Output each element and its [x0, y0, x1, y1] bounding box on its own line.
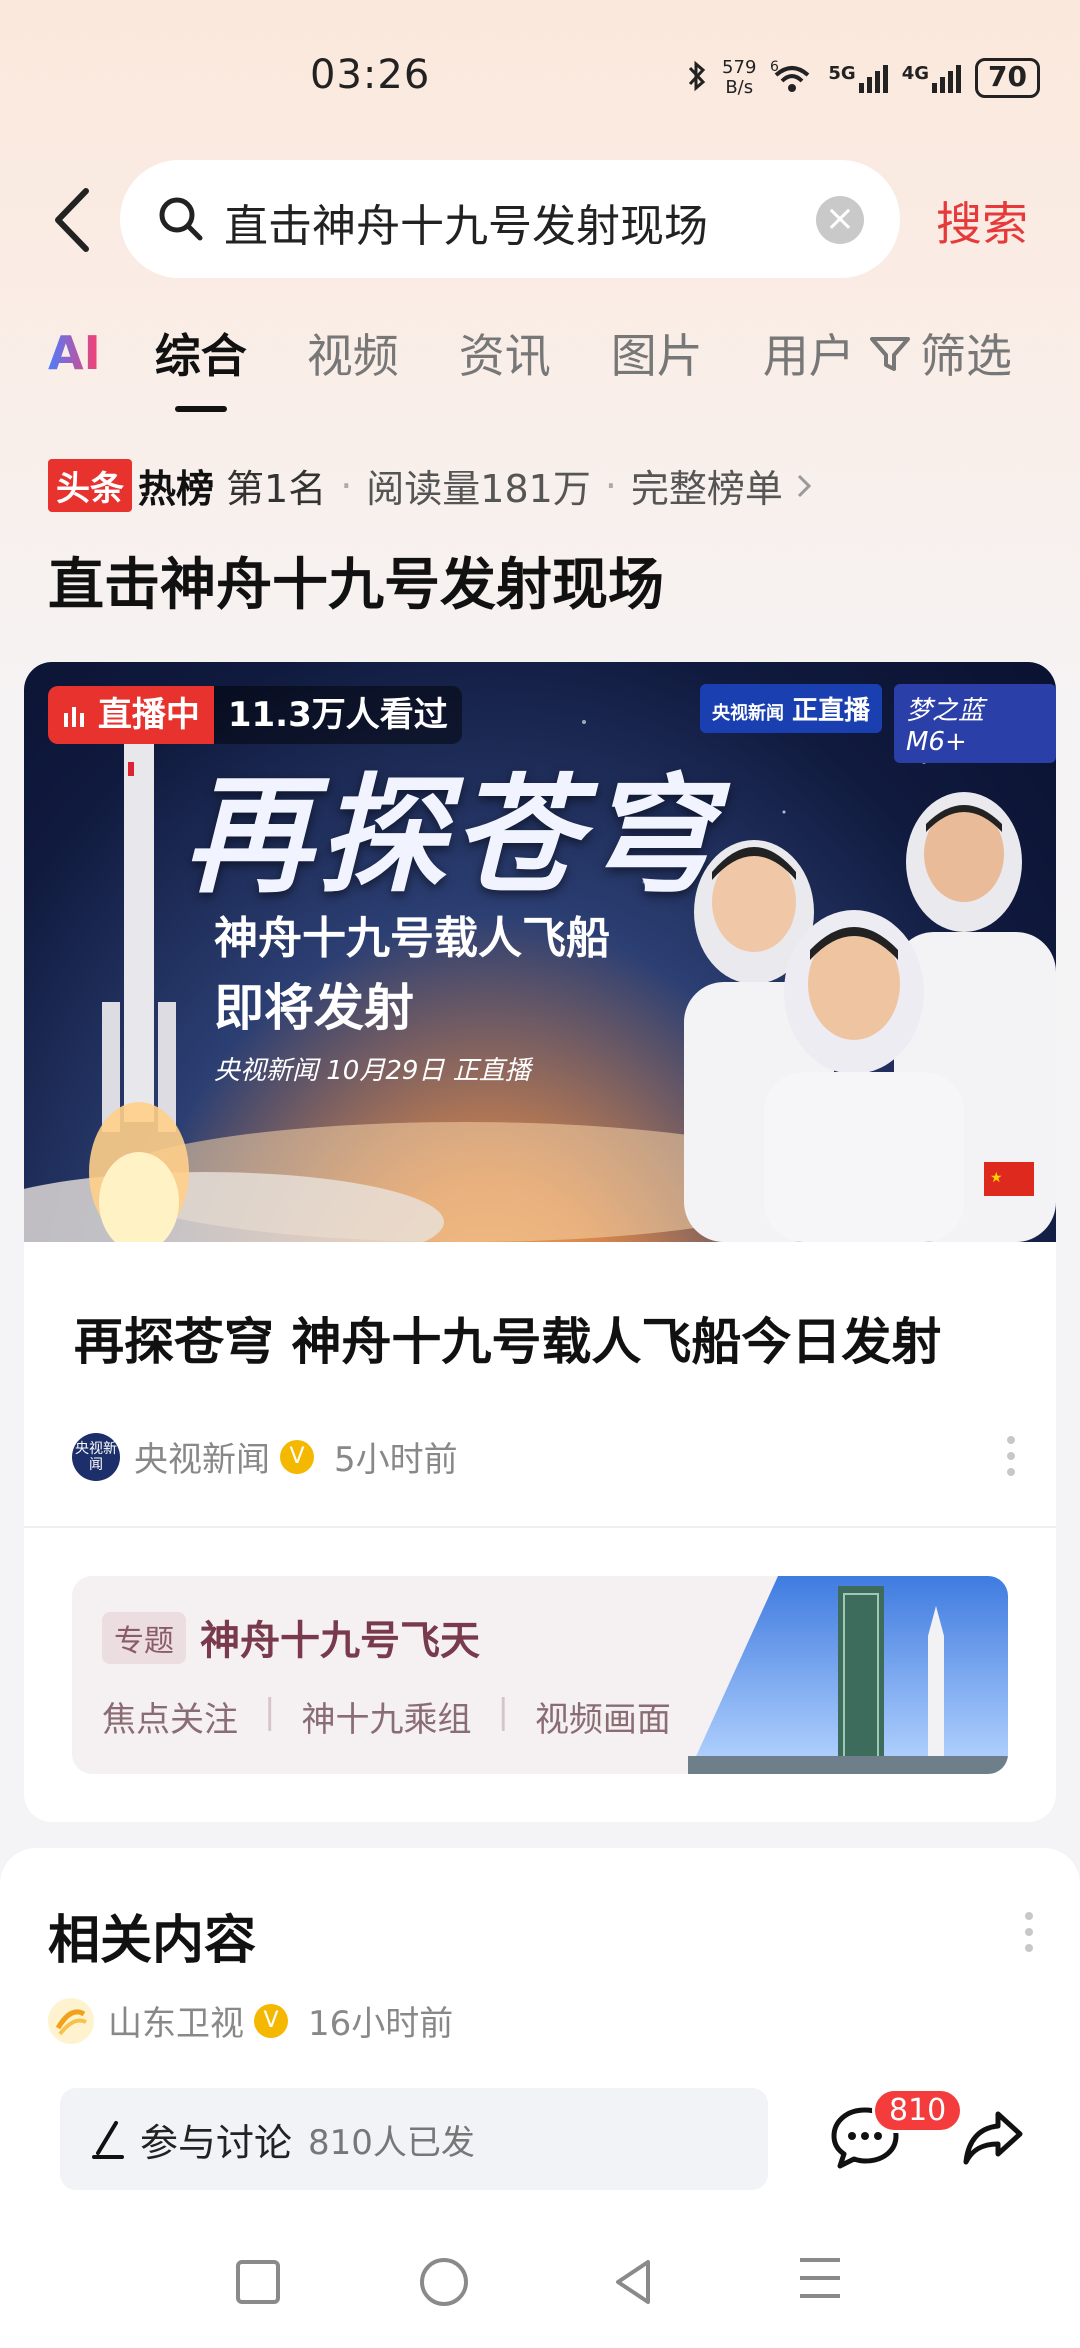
filter-label: 筛选 [920, 329, 1012, 383]
special-topic-card[interactable]: 专题 神舟十九号飞天 焦点关注 | 神十九乘组 | 视频画面 [72, 1576, 1008, 1774]
comment-count-badge: 810 [872, 2088, 964, 2133]
live-badge: 直播中 11.3万人看过 [48, 686, 462, 744]
banner-caption: 央视新闻 10月29日 正直播 [214, 1056, 531, 1086]
astronauts-image: ★ [684, 792, 1056, 1242]
hot-rank-row[interactable]: 头条 热榜 第1名 · 阅读量181万 · 完整榜单 [48, 458, 819, 513]
divider [24, 1526, 1056, 1528]
more-options-icon[interactable] [1024, 1908, 1034, 1956]
verified-icon: V [280, 1439, 314, 1474]
tab-comprehensive[interactable]: 综合 [155, 320, 247, 412]
discussion-count: 810人已发 [308, 2122, 475, 2163]
tab-video[interactable]: 视频 [307, 320, 399, 386]
read-count: 阅读量181万 [366, 467, 591, 511]
clear-icon[interactable]: × [816, 196, 864, 244]
system-nav-bar [236, 2258, 840, 2306]
sponsor-logo: 梦之蓝 M6+ [894, 684, 1056, 763]
full-list-link[interactable]: 完整榜单 [631, 458, 783, 513]
chevron-right-icon [797, 474, 812, 497]
tab-images[interactable]: 图片 [611, 320, 703, 386]
banner-subtitle: 神舟十九号载人飞船 [214, 913, 610, 964]
topic-title[interactable]: 神舟十九号飞天 [200, 1608, 480, 1666]
shandong-tv-logo [55, 2008, 87, 2035]
live-indicator: 直播中 [48, 686, 214, 744]
status-icons: 579 B/s 6 5G 4G 70 [686, 58, 1040, 98]
banner-subtitle-2: 即将发射 [214, 979, 414, 1037]
live-news-card[interactable]: 再探苍穹 神舟十九号载人飞船 即将发射 央视新闻 10月29日 正直播 ★ 直播… [24, 662, 1056, 1822]
search-button[interactable]: 搜索 [936, 188, 1028, 254]
related-source-row: 山东卫视 V 16小时前 [48, 1996, 453, 2045]
status-time: 03:26 [310, 52, 431, 98]
news-title[interactable]: 再探苍穹 神舟十九号载人飞船今日发射 [74, 1302, 941, 1374]
page-title: 直击神舟十九号发射现场 [48, 553, 664, 618]
pen-icon [92, 2121, 124, 2159]
live-bars-icon [64, 707, 84, 727]
cctv-avatar[interactable]: 央视新闻 [72, 1432, 120, 1481]
topic-link-crew[interactable]: 神十九乘组 [301, 1692, 471, 1741]
signal-4g-icon: 4G [902, 63, 962, 93]
result-tabs: AI 综合 视频 资讯 图片 用户 [48, 320, 915, 412]
signal-5g-icon: 5G [828, 63, 888, 93]
source-name[interactable]: 央视新闻 [134, 1432, 270, 1481]
search-input[interactable]: 直击神舟十九号发射现场 [224, 190, 708, 254]
topic-link-video[interactable]: 视频画面 [535, 1692, 671, 1741]
news-time: 5小时前 [334, 1440, 458, 1480]
back-button[interactable] [48, 185, 98, 255]
related-source-name[interactable]: 山东卫视 [108, 1996, 244, 2045]
tab-ai[interactable]: AI [48, 326, 101, 380]
bluetooth-icon [686, 60, 708, 97]
toutiao-badge: 头条 [48, 459, 132, 512]
more-options-icon[interactable] [1006, 1432, 1016, 1480]
share-icon[interactable] [962, 2104, 1026, 2168]
rank-text: 第1名 [226, 467, 327, 511]
tab-users[interactable]: 用户 [763, 320, 855, 386]
hot-list-badge: 热榜 [138, 467, 215, 511]
verified-icon: V [254, 2003, 288, 2038]
discussion-input[interactable]: 参与讨论 810人已发 [60, 2088, 768, 2190]
related-time: 16小时前 [308, 2004, 454, 2044]
filter-icon [870, 337, 910, 371]
menu-icon [800, 2258, 840, 2298]
topic-tag: 专题 [102, 1612, 186, 1664]
news-source-row: 央视新闻 央视新闻 V 5小时前 [72, 1432, 458, 1481]
filter-button[interactable]: 筛选 [868, 320, 1012, 386]
banner-title: 再探苍穹 [184, 761, 721, 911]
tab-news[interactable]: 资讯 [459, 320, 551, 386]
home-icon [420, 2258, 468, 2306]
launch-tower-image [688, 1576, 1008, 1774]
search-bar[interactable]: 直击神舟十九号发射现场 × [120, 160, 900, 278]
related-title: 相关内容 [48, 1911, 257, 1971]
search-icon [156, 194, 206, 244]
network-speed: 579 B/s [722, 57, 757, 98]
back-nav-icon [616, 2260, 650, 2304]
rocket-image [89, 702, 189, 1242]
live-banner-image[interactable]: 再探苍穹 神舟十九号载人飞船 即将发射 央视新闻 10月29日 正直播 ★ 直播… [24, 662, 1056, 1242]
viewer-count: 11.3万人看过 [213, 686, 462, 744]
wifi-icon: 6 [770, 59, 814, 98]
chevron-left-icon [55, 188, 89, 252]
shandong-tv-avatar[interactable] [48, 1997, 94, 2044]
topic-links: 焦点关注 | 神十九乘组 | 视频画面 [102, 1692, 671, 1741]
svg-text:★: ★ [990, 1170, 1003, 1186]
topic-link-focus[interactable]: 焦点关注 [102, 1692, 238, 1741]
recent-apps-icon [236, 2260, 280, 2304]
battery-indicator: 70 [975, 58, 1040, 98]
discussion-label: 参与讨论 [140, 2120, 293, 2165]
cctv-live-logo: 央视新闻 正直播 [700, 684, 883, 733]
